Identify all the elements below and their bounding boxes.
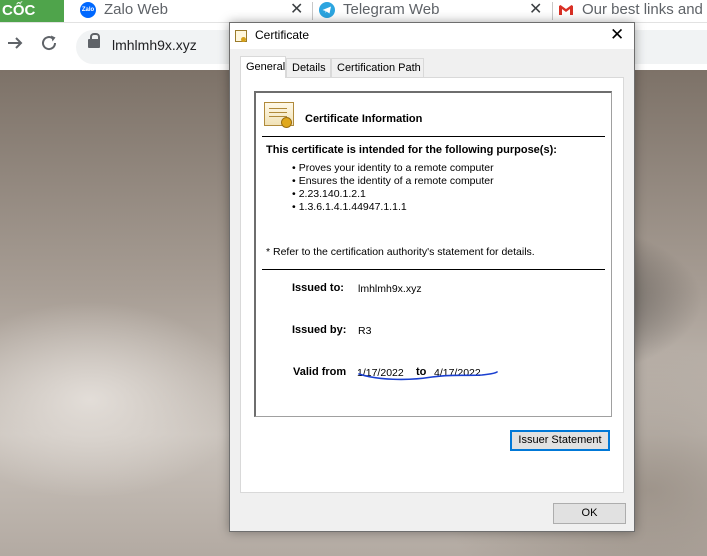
issuer-statement-button[interactable]: Issuer Statement <box>510 430 610 451</box>
certificate-dialog: Certificate ✕ General Details Certificat… <box>229 22 635 532</box>
divider <box>262 136 605 137</box>
tab-gmail[interactable]: Our best links and to <box>558 0 707 22</box>
list-item: Ensures the identity of a remote compute… <box>292 175 494 188</box>
certificate-icon <box>235 30 247 42</box>
issued-to-label: Issued to: <box>292 282 344 294</box>
issued-to-value: lmhlmh9x.xyz <box>358 283 422 295</box>
dialog-title: Certificate <box>255 28 310 42</box>
tab-details[interactable]: Details <box>286 58 331 77</box>
purpose-heading: This certificate is intended for the fol… <box>266 144 557 156</box>
list-item: Proves your identity to a remote compute… <box>292 162 494 175</box>
tab-divider <box>552 2 553 20</box>
telegram-favicon-icon <box>319 2 335 18</box>
tab-general[interactable]: General <box>240 56 286 78</box>
tab-certification-path[interactable]: Certification Path <box>331 58 424 77</box>
tab-label: Telegram Web <box>343 1 440 18</box>
list-item: 1.3.6.1.4.1.44947.1.1.1 <box>292 201 494 214</box>
divider <box>262 269 605 270</box>
tab-telegram-web[interactable]: Telegram Web ✕ <box>319 0 551 22</box>
tab-label: Zalo Web <box>104 1 168 18</box>
tab-zalo-web[interactable]: Zalo Zalo Web ✕ <box>80 0 310 22</box>
purpose-list: Proves your identity to a remote compute… <box>292 162 494 214</box>
url-text[interactable]: lmhlmh9x.xyz <box>112 37 197 53</box>
close-tab-icon[interactable]: ✕ <box>529 0 542 20</box>
valid-from-label: Valid from <box>293 366 347 378</box>
issued-by-label: Issued by: <box>292 324 347 336</box>
refer-note: * Refer to the certification authority's… <box>266 246 535 258</box>
certificate-icon <box>264 102 294 128</box>
dialog-title-bar[interactable]: Certificate ✕ <box>230 23 634 49</box>
issued-by-value: R3 <box>358 325 372 337</box>
reload-icon[interactable] <box>40 34 58 58</box>
gmail-favicon-icon <box>558 2 574 18</box>
zalo-favicon-icon: Zalo <box>80 2 96 18</box>
tab-divider <box>312 2 313 20</box>
general-tab-panel: Certificate Information This certificate… <box>240 77 624 493</box>
ok-button[interactable]: OK <box>553 503 626 524</box>
tab-label: Our best links and to <box>582 1 707 18</box>
browser-tab-strip: CỐC CỐC Zalo Zalo Web ✕ Telegram Web ✕ O… <box>0 0 707 41</box>
list-item: 2.23.140.1.2.1 <box>292 188 494 201</box>
forward-arrow-icon[interactable] <box>6 34 24 58</box>
handwritten-underline-annotation <box>358 371 498 381</box>
close-icon[interactable]: ✕ <box>610 25 624 45</box>
certificate-info-title: Certificate Information <box>305 113 423 125</box>
lock-icon[interactable] <box>88 33 100 48</box>
browser-logo[interactable]: CỐC CỐC <box>0 0 64 41</box>
certificate-info-box: Certificate Information This certificate… <box>254 91 612 417</box>
close-tab-icon[interactable]: ✕ <box>290 0 303 20</box>
